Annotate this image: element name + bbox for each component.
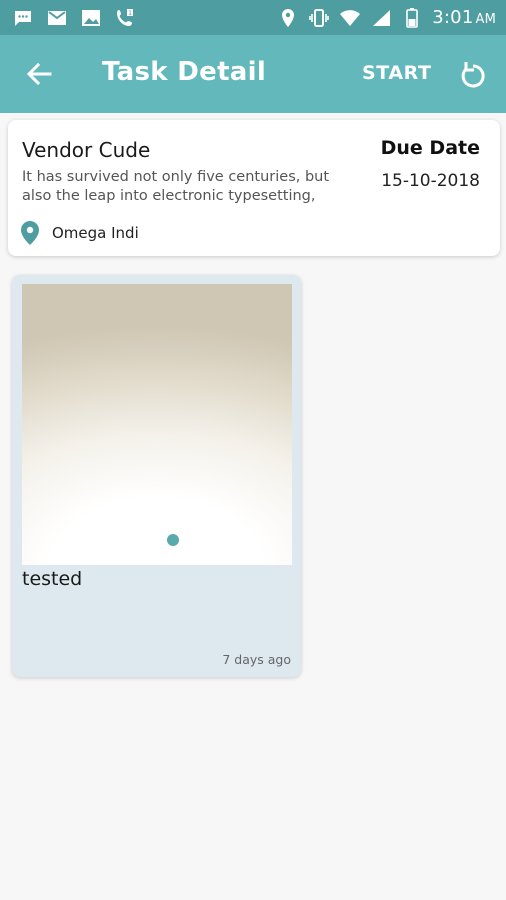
wifi-icon [339,7,361,29]
due-date-label: Due Date [380,137,480,159]
gmail-icon [46,7,68,29]
status-time-ampm: AM [475,12,496,27]
chat-icon [12,7,34,29]
vendor-name: Vendor Cude [22,138,151,162]
page-title: Task Detail [102,57,267,87]
status-time: 3:01 AM [432,7,496,28]
gallery-icon [80,7,102,29]
task-detail-card: Vendor Cude It has survived not only fiv… [8,120,500,256]
task-description: It has survived not only five centuries,… [22,169,330,204]
media-dot [167,534,179,546]
status-time-value: 3:01 [432,7,474,28]
due-date-value: 15-10-2018 [381,171,480,191]
location-pin-icon [21,221,39,245]
notification-icons: 1 [12,7,136,29]
status-bar: 1 3:01 AM [0,0,506,35]
media-title: tested [22,568,83,590]
location-text: Omega Indi [52,224,139,242]
missed-call-icon: 1 [114,7,136,29]
location-icon [277,7,299,29]
media-card[interactable]: tested 7 days ago [12,275,301,677]
arrow-back-icon [26,62,52,86]
vibrate-icon [308,7,330,29]
system-icons: 3:01 AM [277,7,496,29]
refresh-button[interactable] [455,57,491,93]
media-thumbnail [22,284,292,565]
back-button[interactable] [22,57,56,91]
location-row: Omega Indi [20,220,139,246]
start-button[interactable]: START [362,62,432,84]
refresh-icon [461,62,485,88]
media-timestamp: 7 days ago [222,652,291,667]
battery-icon [401,7,423,29]
signal-icon [370,7,392,29]
svg-text:1: 1 [128,10,132,17]
app-bar: Task Detail START [0,35,506,113]
